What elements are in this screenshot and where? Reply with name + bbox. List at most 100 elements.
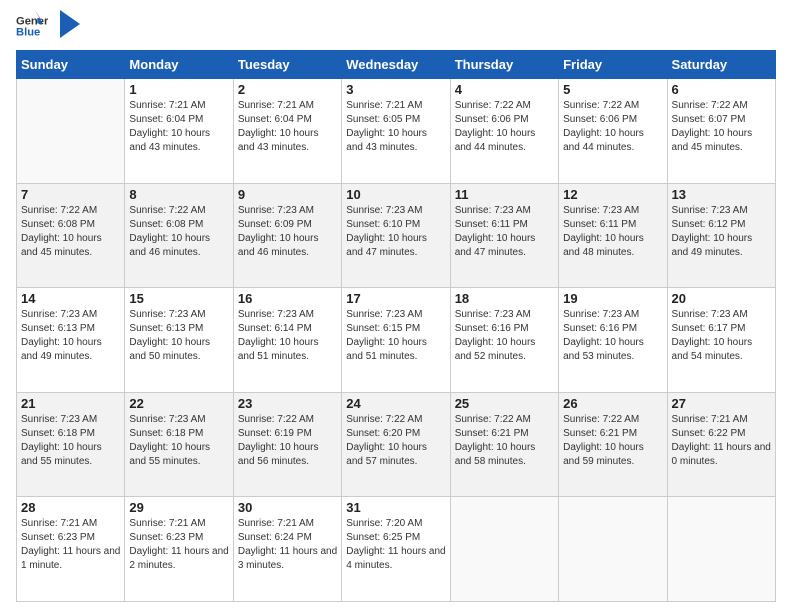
- week-row-3: 21 Sunrise: 7:23 AMSunset: 6:18 PMDayligh…: [17, 392, 776, 497]
- calendar-cell: 29 Sunrise: 7:21 AMSunset: 6:23 PMDayligh…: [125, 497, 233, 602]
- day-number: 5: [563, 82, 662, 97]
- day-number: 22: [129, 396, 228, 411]
- calendar-cell: 6 Sunrise: 7:22 AMSunset: 6:07 PMDaylight…: [667, 79, 775, 184]
- day-number: 4: [455, 82, 554, 97]
- col-header-monday: Monday: [125, 51, 233, 79]
- day-number: 11: [455, 187, 554, 202]
- day-number: 10: [346, 187, 445, 202]
- calendar-cell: 23Sunrise: 7:22 AMSunset: 6:19 PMDayligh…: [233, 392, 341, 497]
- day-number: 15: [129, 291, 228, 306]
- calendar-cell: 21 Sunrise: 7:23 AMSunset: 6:18 PMDayligh…: [17, 392, 125, 497]
- day-number: 28: [21, 500, 120, 515]
- day-number: 8: [129, 187, 228, 202]
- calendar-body: 1 Sunrise: 7:21 AMSunset: 6:04 PMDaylight…: [17, 79, 776, 602]
- header-row: SundayMondayTuesdayWednesdayThursdayFrid…: [17, 51, 776, 79]
- day-number: 9: [238, 187, 337, 202]
- day-number: 2: [238, 82, 337, 97]
- day-info: Sunrise: 7:23 AMSunset: 6:11 PMDaylight:…: [563, 204, 662, 260]
- calendar-cell: 30Sunrise: 7:21 AMSunset: 6:24 PMDayligh…: [233, 497, 341, 602]
- day-info: Sunrise: 7:22 AMSunset: 6:06 PMDaylight:…: [455, 99, 554, 155]
- calendar-cell: 22Sunrise: 7:23 AMSunset: 6:18 PMDayligh…: [125, 392, 233, 497]
- day-info: Sunrise: 7:21 AMSunset: 6:23 PMDaylight:…: [129, 517, 228, 573]
- day-info: Sunrise: 7:21 AMSunset: 6:05 PMDaylight:…: [346, 99, 445, 155]
- calendar-cell: 8Sunrise: 7:22 AMSunset: 6:08 PMDaylight…: [125, 183, 233, 288]
- calendar-cell: 28Sunrise: 7:21 AMSunset: 6:23 PMDayligh…: [17, 497, 125, 602]
- calendar-cell: [450, 497, 558, 602]
- col-header-thursday: Thursday: [450, 51, 558, 79]
- calendar-cell: 9 Sunrise: 7:23 AMSunset: 6:09 PMDaylight…: [233, 183, 341, 288]
- day-info: Sunrise: 7:22 AMSunset: 6:20 PMDaylight:…: [346, 413, 445, 469]
- day-info: Sunrise: 7:22 AMSunset: 6:06 PMDaylight:…: [563, 99, 662, 155]
- day-number: 1: [129, 82, 228, 97]
- day-info: Sunrise: 7:23 AMSunset: 6:10 PMDaylight:…: [346, 204, 445, 260]
- day-number: 20: [672, 291, 771, 306]
- calendar-cell: 25Sunrise: 7:22 AMSunset: 6:21 PMDayligh…: [450, 392, 558, 497]
- day-number: 30: [238, 500, 337, 515]
- calendar-cell: [667, 497, 775, 602]
- calendar-cell: 31Sunrise: 7:20 AMSunset: 6:25 PMDayligh…: [342, 497, 450, 602]
- day-number: 26: [563, 396, 662, 411]
- calendar-page: General Blue SundayMondayTuesdayWednesda…: [0, 0, 792, 612]
- calendar-cell: 26 Sunrise: 7:22 AMSunset: 6:21 PMDayligh…: [559, 392, 667, 497]
- svg-text:Blue: Blue: [16, 27, 40, 39]
- day-number: 3: [346, 82, 445, 97]
- day-info: Sunrise: 7:22 AMSunset: 6:07 PMDaylight:…: [672, 99, 771, 155]
- day-number: 21: [21, 396, 120, 411]
- day-info: Sunrise: 7:22 AMSunset: 6:08 PMDaylight:…: [21, 204, 120, 260]
- day-info: Sunrise: 7:23 AMSunset: 6:17 PMDaylight:…: [672, 308, 771, 364]
- day-info: Sunrise: 7:23 AMSunset: 6:18 PMDaylight:…: [21, 413, 120, 469]
- calendar-cell: 10 Sunrise: 7:23 AMSunset: 6:10 PMDayligh…: [342, 183, 450, 288]
- week-row-1: 7 Sunrise: 7:22 AMSunset: 6:08 PMDaylight…: [17, 183, 776, 288]
- logo-arrow-icon: [60, 10, 80, 38]
- calendar-cell: 7 Sunrise: 7:22 AMSunset: 6:08 PMDaylight…: [17, 183, 125, 288]
- calendar-cell: 16 Sunrise: 7:23 AMSunset: 6:14 PMDayligh…: [233, 288, 341, 393]
- day-info: Sunrise: 7:23 AMSunset: 6:15 PMDaylight:…: [346, 308, 445, 364]
- col-header-sunday: Sunday: [17, 51, 125, 79]
- week-row-4: 28 Sunrise: 7:21 AMSunset: 6:23 PMDayligh…: [17, 497, 776, 602]
- day-number: 25: [455, 396, 554, 411]
- day-number: 16: [238, 291, 337, 306]
- day-info: Sunrise: 7:23 AMSunset: 6:14 PMDaylight:…: [238, 308, 337, 364]
- col-header-friday: Friday: [559, 51, 667, 79]
- day-info: Sunrise: 7:22 AMSunset: 6:21 PMDaylight:…: [563, 413, 662, 469]
- day-info: Sunrise: 7:22 AMSunset: 6:19 PMDaylight:…: [238, 413, 337, 469]
- day-number: 13: [672, 187, 771, 202]
- calendar-cell: [17, 79, 125, 184]
- day-info: Sunrise: 7:23 AMSunset: 6:12 PMDaylight:…: [672, 204, 771, 260]
- day-number: 19: [563, 291, 662, 306]
- col-header-saturday: Saturday: [667, 51, 775, 79]
- day-number: 24: [346, 396, 445, 411]
- day-number: 17: [346, 291, 445, 306]
- day-number: 14: [21, 291, 120, 306]
- day-info: Sunrise: 7:23 AMSunset: 6:16 PMDaylight:…: [455, 308, 554, 364]
- calendar-cell: 1Sunrise: 7:21 AMSunset: 6:04 PMDaylight…: [125, 79, 233, 184]
- day-number: 29: [129, 500, 228, 515]
- calendar-cell: 13 Sunrise: 7:23 AMSunset: 6:12 PMDayligh…: [667, 183, 775, 288]
- day-number: 6: [672, 82, 771, 97]
- day-info: Sunrise: 7:23 AMSunset: 6:11 PMDaylight:…: [455, 204, 554, 260]
- day-info: Sunrise: 7:23 AMSunset: 6:13 PMDaylight:…: [21, 308, 120, 364]
- calendar-cell: 12 Sunrise: 7:23 AMSunset: 6:11 PMDayligh…: [559, 183, 667, 288]
- day-number: 12: [563, 187, 662, 202]
- day-info: Sunrise: 7:23 AMSunset: 6:09 PMDaylight:…: [238, 204, 337, 260]
- calendar-cell: 19 Sunrise: 7:23 AMSunset: 6:16 PMDayligh…: [559, 288, 667, 393]
- col-header-tuesday: Tuesday: [233, 51, 341, 79]
- logo: General Blue: [16, 10, 80, 42]
- day-number: 18: [455, 291, 554, 306]
- day-number: 7: [21, 187, 120, 202]
- calendar-cell: 5 Sunrise: 7:22 AMSunset: 6:06 PMDaylight…: [559, 79, 667, 184]
- calendar-cell: 14 Sunrise: 7:23 AMSunset: 6:13 PMDayligh…: [17, 288, 125, 393]
- calendar-table: SundayMondayTuesdayWednesdayThursdayFrid…: [16, 50, 776, 602]
- day-info: Sunrise: 7:21 AMSunset: 6:22 PMDaylight:…: [672, 413, 771, 469]
- calendar-cell: 2 Sunrise: 7:21 AMSunset: 6:04 PMDaylight…: [233, 79, 341, 184]
- header: General Blue: [16, 10, 776, 42]
- day-info: Sunrise: 7:23 AMSunset: 6:16 PMDaylight:…: [563, 308, 662, 364]
- day-number: 27: [672, 396, 771, 411]
- week-row-0: 1 Sunrise: 7:21 AMSunset: 6:04 PMDaylight…: [17, 79, 776, 184]
- logo-icon: General Blue: [16, 10, 48, 42]
- svg-text:General: General: [16, 15, 48, 27]
- calendar-cell: 24 Sunrise: 7:22 AMSunset: 6:20 PMDayligh…: [342, 392, 450, 497]
- calendar-cell: 4 Sunrise: 7:22 AMSunset: 6:06 PMDaylight…: [450, 79, 558, 184]
- calendar-header: SundayMondayTuesdayWednesdayThursdayFrid…: [17, 51, 776, 79]
- day-info: Sunrise: 7:21 AMSunset: 6:04 PMDaylight:…: [238, 99, 337, 155]
